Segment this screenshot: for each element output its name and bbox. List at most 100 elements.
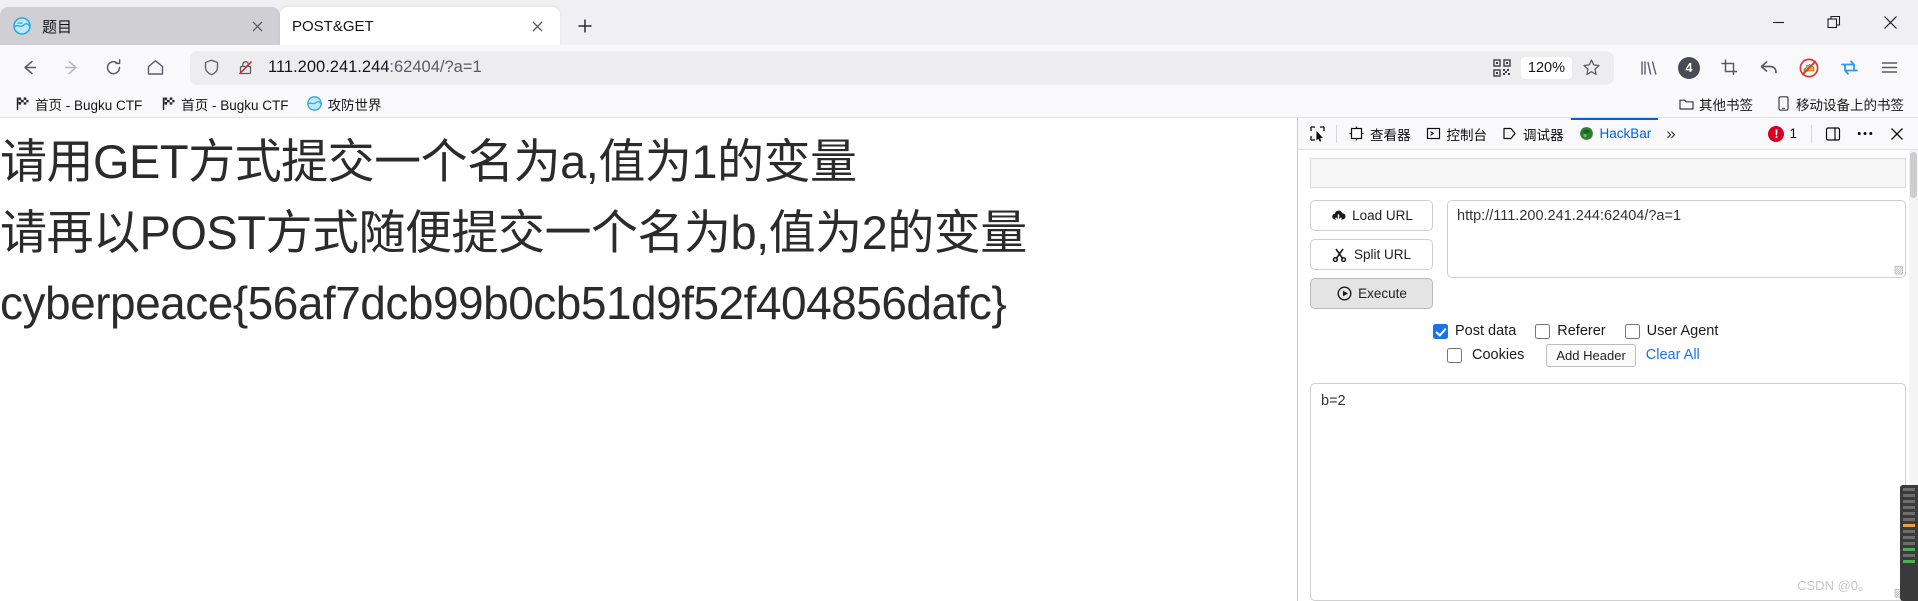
bookmark-item-0[interactable]: 首页 - Bugku CTF: [8, 92, 148, 116]
widget-bar: [1903, 536, 1915, 539]
devtools-overflow-button[interactable]: »: [1658, 120, 1683, 148]
scissors-icon: [1332, 247, 1348, 263]
shield-icon[interactable]: [198, 55, 224, 81]
add-header-button[interactable]: Add Header: [1546, 343, 1636, 367]
toolbar-divider: [1336, 124, 1337, 143]
widget-bar: [1903, 554, 1915, 557]
execute-button[interactable]: Execute: [1310, 278, 1433, 309]
split-url-button[interactable]: Split URL: [1310, 239, 1433, 270]
hackbar-main-row: Load URL Split URL Execute http://111.20…: [1298, 188, 1918, 309]
hackbar-panel: Load URL Split URL Execute http://111.20…: [1298, 150, 1918, 601]
url-rest: :62404/?a=1: [389, 58, 482, 76]
tab-close-button[interactable]: [246, 15, 268, 37]
undo-arrow-icon[interactable]: [1750, 51, 1788, 85]
crop-screenshot-icon[interactable]: [1710, 51, 1748, 85]
library-icon[interactable]: [1630, 51, 1668, 85]
minimize-button[interactable]: [1750, 0, 1806, 45]
tab-close-button[interactable]: [526, 15, 548, 37]
reload-icon[interactable]: [94, 51, 132, 85]
other-bookmarks-folder[interactable]: 其他书签: [1672, 92, 1759, 116]
button-label: Load URL: [1352, 208, 1413, 223]
globe-blue-icon: [307, 96, 323, 112]
widget-bar: [1903, 506, 1915, 509]
bookmark-item-1[interactable]: 首页 - Bugku CTF: [154, 92, 294, 116]
globe-blue-icon: [12, 16, 32, 36]
widget-bar: [1903, 488, 1915, 491]
url-bar[interactable]: 111.200.241.244:62404/?a=1 120%: [190, 50, 1614, 85]
sync-tabs-icon[interactable]: [1830, 51, 1868, 85]
checkbox-cookies[interactable]: [1447, 347, 1462, 363]
mobile-device-icon: [1775, 96, 1791, 112]
label-cookies: Cookies: [1472, 347, 1525, 363]
tab-title: POST&GET: [292, 17, 374, 35]
qr-code-icon[interactable]: [1487, 53, 1517, 83]
clear-all-link[interactable]: Clear All: [1646, 347, 1700, 363]
resize-grip-icon[interactable]: ▨: [1894, 265, 1904, 276]
bookmark-label: 首页 - Bugku CTF: [35, 97, 143, 113]
hackbar-action-buttons: Load URL Split URL Execute: [1310, 200, 1433, 309]
new-tab-button[interactable]: [568, 9, 602, 43]
hackbar-post-data-input[interactable]: b=2 CSDN @0。 ▨: [1310, 383, 1906, 601]
browser-window: 题目 POST&GET 111.200.241.244:62404/?a=1 1…: [0, 0, 1918, 601]
checkbox-user-agent[interactable]: [1624, 323, 1640, 339]
toolbar-divider: [1811, 124, 1812, 143]
inspector-icon: [1348, 125, 1365, 142]
devtools-right-actions: ! 1: [1760, 120, 1914, 148]
tab-strip: 题目 POST&GET: [0, 0, 1918, 45]
mobile-bookmarks-folder[interactable]: 移动设备上的书签: [1769, 92, 1910, 116]
tab-debugger[interactable]: 调试器: [1494, 118, 1571, 149]
tab-console[interactable]: 控制台: [1418, 118, 1495, 149]
label-user-agent: User Agent: [1646, 323, 1719, 339]
page-line-flag: cyberpeace{56af7dcb99b0cb51d9f52f404856d…: [0, 276, 1007, 329]
dock-layout-icon[interactable]: [1818, 120, 1848, 148]
url-bar-actions: 120%: [1487, 53, 1606, 83]
back-arrow-icon[interactable]: [10, 51, 48, 85]
watermark-text: CSDN @0。: [1797, 578, 1871, 593]
browser-tab-0[interactable]: 题目: [0, 7, 280, 45]
bookmark-item-2[interactable]: 攻防世界: [301, 92, 388, 116]
hackbar-options: Post data Referer User Agent Cookies Add…: [1298, 309, 1918, 367]
widget-bar: [1903, 518, 1915, 521]
hamburger-menu-icon[interactable]: [1870, 51, 1908, 85]
checkbox-post-data[interactable]: [1433, 323, 1448, 339]
url-text: 111.200.241.244:62404/?a=1: [266, 58, 1479, 77]
page-content: 请用GET方式提交一个名为a,值为1的变量 请再以POST方式随便提交一个名为b…: [0, 118, 1297, 601]
tab-label: 查看器: [1370, 127, 1411, 143]
tab-label: HackBar: [1599, 126, 1652, 141]
hackbar-options-row-2: Cookies Add Header Clear All: [1433, 343, 1906, 367]
zoom-level-badge[interactable]: 120%: [1520, 56, 1572, 79]
bookmark-label: 移动设备上的书签: [1796, 97, 1904, 113]
forward-arrow-icon[interactable]: [52, 51, 90, 85]
container-tabs-count[interactable]: 4: [1670, 51, 1708, 85]
bookmark-label: 其他书签: [1699, 97, 1753, 113]
button-label: Split URL: [1353, 247, 1412, 262]
tab-hackbar[interactable]: HackBar: [1571, 118, 1659, 149]
element-picker-icon[interactable]: [1302, 120, 1332, 148]
close-devtools-icon[interactable]: [1882, 120, 1912, 148]
error-counter[interactable]: ! 1: [1760, 125, 1805, 142]
bookmark-star-icon[interactable]: [1576, 53, 1606, 83]
hackbar-url-input[interactable]: http://111.200.241.244:62404/?a=1 ▨: [1447, 200, 1906, 278]
adblock-disabled-icon[interactable]: [1790, 51, 1828, 85]
side-widget-overlay[interactable]: [1900, 485, 1918, 601]
scrollbar-thumb[interactable]: [1910, 152, 1917, 198]
checkbox-referer[interactable]: [1535, 323, 1551, 339]
window-controls: [1750, 0, 1918, 45]
load-url-button[interactable]: Load URL: [1310, 200, 1433, 231]
tab-title: 题目: [42, 18, 73, 36]
checkered-flag-icon: [14, 96, 30, 112]
maximize-button[interactable]: [1806, 0, 1862, 45]
page-line-0: 请用GET方式提交一个名为a,值为1的变量: [0, 135, 857, 188]
widget-bar: [1903, 500, 1915, 503]
folder-icon: [1678, 96, 1694, 112]
close-button[interactable]: [1862, 0, 1918, 45]
hackbar-url-value: http://111.200.241.244:62404/?a=1: [1457, 208, 1682, 224]
tab-label: 控制台: [1446, 127, 1488, 143]
tab-label: 调试器: [1523, 127, 1564, 143]
more-options-icon[interactable]: [1850, 120, 1880, 148]
browser-tab-1[interactable]: POST&GET: [280, 7, 560, 45]
tab-inspector[interactable]: 查看器: [1341, 118, 1418, 149]
lock-crossed-icon[interactable]: [232, 55, 258, 81]
home-icon[interactable]: [136, 51, 174, 85]
debugger-icon: [1501, 125, 1518, 142]
